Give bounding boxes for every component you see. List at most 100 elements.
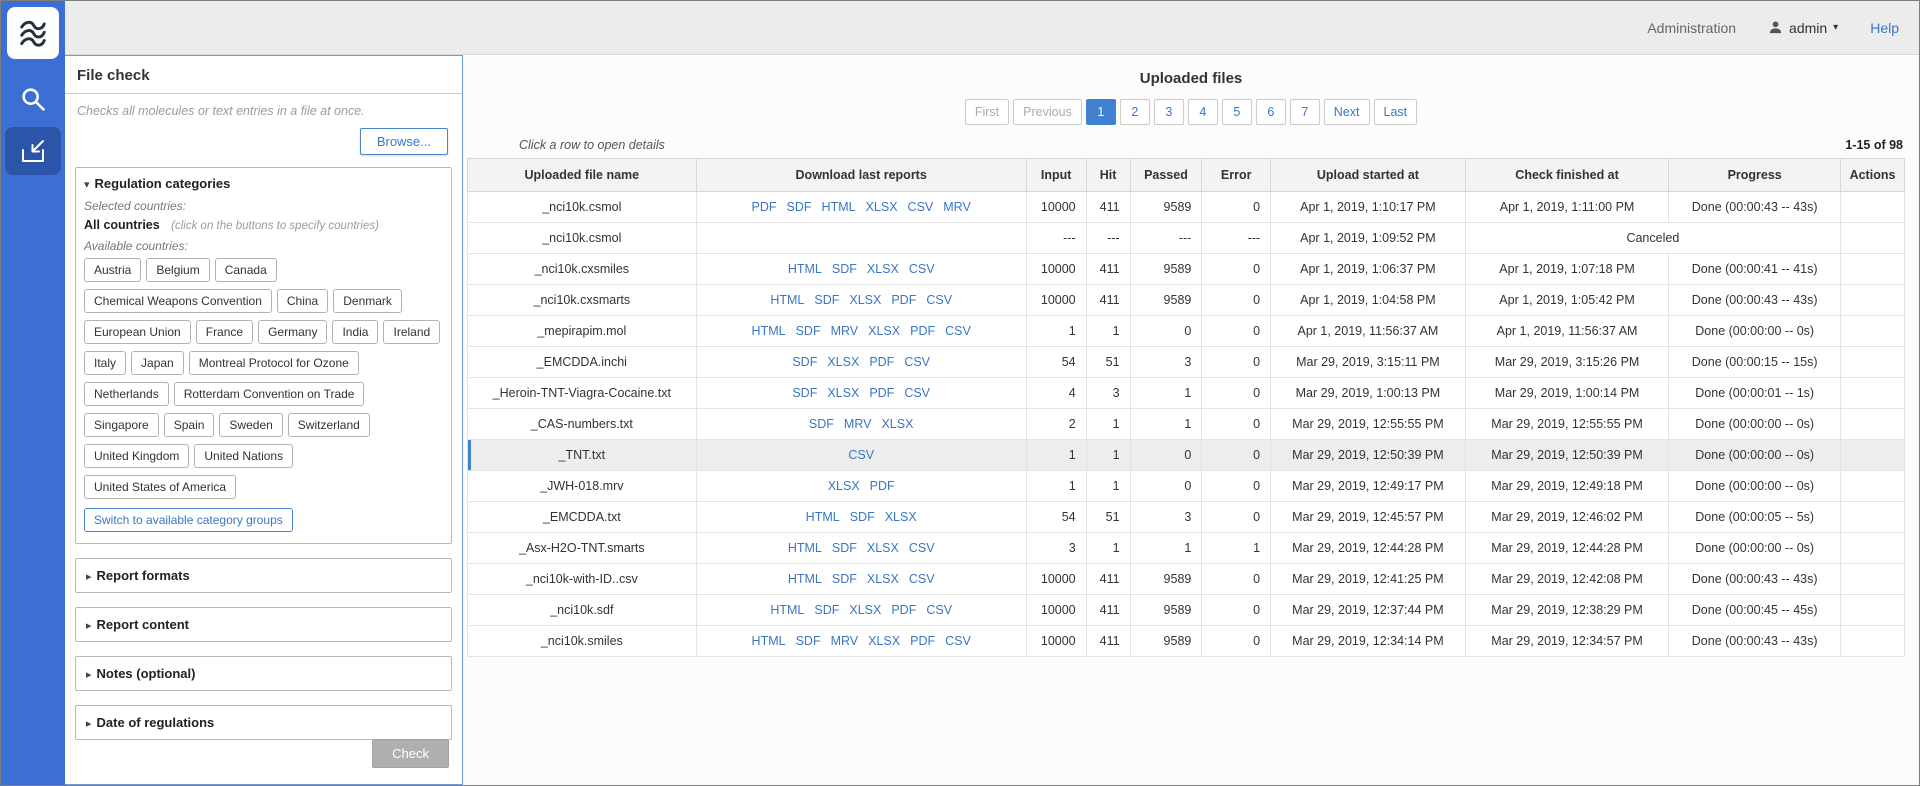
report-link-xlsx[interactable]: XLSX <box>866 200 898 214</box>
country-button-germany[interactable]: Germany <box>258 320 327 344</box>
page-5[interactable]: 5 <box>1222 99 1252 125</box>
country-button-singapore[interactable]: Singapore <box>84 413 159 437</box>
country-button-united-states-of-america[interactable]: United States of America <box>84 475 236 499</box>
switch-category-groups-button[interactable]: Switch to available category groups <box>84 508 293 532</box>
country-button-india[interactable]: India <box>332 320 378 344</box>
table-row-nci10k-csmol[interactable]: _nci10k.csmol------------Apr 1, 2019, 1:… <box>468 223 1905 254</box>
country-button-united-kingdom[interactable]: United Kingdom <box>84 444 189 468</box>
report-link-csv[interactable]: CSV <box>945 634 971 648</box>
report-link-html[interactable]: HTML <box>788 262 822 276</box>
report-link-xlsx[interactable]: XLSX <box>867 572 899 586</box>
report-link-html[interactable]: HTML <box>752 634 786 648</box>
table-row-jwh-018-mrv[interactable]: _JWH-018.mrvXLSXPDF1100Mar 29, 2019, 12:… <box>468 471 1905 502</box>
country-button-ireland[interactable]: Ireland <box>383 320 440 344</box>
report-link-html[interactable]: HTML <box>788 572 822 586</box>
report-link-html[interactable]: HTML <box>752 324 786 338</box>
section-date-of-regulations[interactable]: ▸Date of regulations <box>75 705 452 740</box>
page-1[interactable]: 1 <box>1086 99 1116 125</box>
table-row-nci10k-cxsmarts[interactable]: _nci10k.cxsmartsHTMLSDFXLSXPDFCSV1000041… <box>468 285 1905 316</box>
report-link-mrv[interactable]: MRV <box>844 417 872 431</box>
report-link-xlsx[interactable]: XLSX <box>885 510 917 524</box>
report-link-sdf[interactable]: SDF <box>809 417 834 431</box>
report-link-csv[interactable]: CSV <box>945 324 971 338</box>
table-row-heroin-tnt-viagra-cocaine-txt[interactable]: _Heroin-TNT-Viagra-Cocaine.txtSDFXLSXPDF… <box>468 378 1905 409</box>
report-link-mrv[interactable]: MRV <box>831 634 859 648</box>
country-button-switzerland[interactable]: Switzerland <box>288 413 370 437</box>
report-link-xlsx[interactable]: XLSX <box>827 355 859 369</box>
report-link-pdf[interactable]: PDF <box>752 200 777 214</box>
country-button-italy[interactable]: Italy <box>84 351 126 375</box>
table-row-emcdda-txt[interactable]: _EMCDDA.txtHTMLSDFXLSX545130Mar 29, 2019… <box>468 502 1905 533</box>
report-link-csv[interactable]: CSV <box>904 386 930 400</box>
report-link-pdf[interactable]: PDF <box>869 386 894 400</box>
report-link-xlsx[interactable]: XLSX <box>867 541 899 555</box>
country-button-denmark[interactable]: Denmark <box>333 289 402 313</box>
page-last[interactable]: Last <box>1374 99 1418 125</box>
help-link[interactable]: Help <box>1870 20 1899 36</box>
report-link-sdf[interactable]: SDF <box>814 603 839 617</box>
report-link-csv[interactable]: CSV <box>909 262 935 276</box>
table-row-nci10k-sdf[interactable]: _nci10k.sdfHTMLSDFXLSXPDFCSV100004119589… <box>468 595 1905 626</box>
report-link-sdf[interactable]: SDF <box>796 324 821 338</box>
report-link-pdf[interactable]: PDF <box>891 603 916 617</box>
sidebar-item-file-check[interactable] <box>5 127 61 175</box>
user-menu[interactable]: admin ▾ <box>1768 20 1838 36</box>
table-row-tnt-txt[interactable]: _TNT.txtCSV1100Mar 29, 2019, 12:50:39 PM… <box>468 440 1905 471</box>
report-link-csv[interactable]: CSV <box>926 603 952 617</box>
country-button-belgium[interactable]: Belgium <box>146 258 209 282</box>
country-button-china[interactable]: China <box>277 289 328 313</box>
regulation-categories-header[interactable]: ▾Regulation categories <box>84 176 443 191</box>
table-row-asx-h2o-tnt-smarts[interactable]: _Asx-H2O-TNT.smartsHTMLSDFXLSXCSV3111Mar… <box>468 533 1905 564</box>
table-row-nci10k-smiles[interactable]: _nci10k.smilesHTMLSDFMRVXLSXPDFCSV100004… <box>468 626 1905 657</box>
report-link-xlsx[interactable]: XLSX <box>867 262 899 276</box>
report-link-xlsx[interactable]: XLSX <box>849 293 881 307</box>
table-row-mepirapim-mol[interactable]: _mepirapim.molHTMLSDFMRVXLSXPDFCSV1100Ap… <box>468 316 1905 347</box>
report-link-sdf[interactable]: SDF <box>792 355 817 369</box>
report-link-csv[interactable]: CSV <box>926 293 952 307</box>
page-2[interactable]: 2 <box>1120 99 1150 125</box>
country-button-france[interactable]: France <box>196 320 253 344</box>
app-logo[interactable] <box>7 7 59 59</box>
page-7[interactable]: 7 <box>1290 99 1320 125</box>
country-button-netherlands[interactable]: Netherlands <box>84 382 169 406</box>
country-button-austria[interactable]: Austria <box>84 258 141 282</box>
report-link-sdf[interactable]: SDF <box>832 541 857 555</box>
country-button-canada[interactable]: Canada <box>215 258 277 282</box>
report-link-html[interactable]: HTML <box>806 510 840 524</box>
page-3[interactable]: 3 <box>1154 99 1184 125</box>
report-link-sdf[interactable]: SDF <box>850 510 875 524</box>
report-link-sdf[interactable]: SDF <box>832 572 857 586</box>
report-link-csv[interactable]: CSV <box>908 200 934 214</box>
report-link-html[interactable]: HTML <box>770 293 804 307</box>
report-link-pdf[interactable]: PDF <box>869 355 894 369</box>
report-link-sdf[interactable]: SDF <box>787 200 812 214</box>
table-row-cas-numbers-txt[interactable]: _CAS-numbers.txtSDFMRVXLSX2110Mar 29, 20… <box>468 409 1905 440</box>
report-link-pdf[interactable]: PDF <box>870 479 895 493</box>
report-link-sdf[interactable]: SDF <box>796 634 821 648</box>
report-link-csv[interactable]: CSV <box>848 448 874 462</box>
browse-button[interactable]: Browse... <box>360 128 448 155</box>
report-link-html[interactable]: HTML <box>788 541 822 555</box>
report-link-csv[interactable]: CSV <box>909 572 935 586</box>
report-link-pdf[interactable]: PDF <box>910 634 935 648</box>
report-link-xlsx[interactable]: XLSX <box>849 603 881 617</box>
report-link-html[interactable]: HTML <box>822 200 856 214</box>
page-4[interactable]: 4 <box>1188 99 1218 125</box>
page-6[interactable]: 6 <box>1256 99 1286 125</box>
report-link-mrv[interactable]: MRV <box>831 324 859 338</box>
table-row-nci10k-with-id-csv[interactable]: _nci10k-with-ID..csvHTMLSDFXLSXCSV100004… <box>468 564 1905 595</box>
report-link-csv[interactable]: CSV <box>904 355 930 369</box>
report-link-mrv[interactable]: MRV <box>943 200 971 214</box>
country-button-spain[interactable]: Spain <box>164 413 215 437</box>
table-row-nci10k-cxsmiles[interactable]: _nci10k.cxsmilesHTMLSDFXLSXCSV1000041195… <box>468 254 1905 285</box>
country-button-japan[interactable]: Japan <box>131 351 184 375</box>
report-link-xlsx[interactable]: XLSX <box>868 634 900 648</box>
administration-link[interactable]: Administration <box>1647 20 1736 36</box>
report-link-sdf[interactable]: SDF <box>814 293 839 307</box>
section-report-formats[interactable]: ▸Report formats <box>75 558 452 593</box>
report-link-pdf[interactable]: PDF <box>891 293 916 307</box>
report-link-xlsx[interactable]: XLSX <box>868 324 900 338</box>
report-link-sdf[interactable]: SDF <box>832 262 857 276</box>
country-button-european-union[interactable]: European Union <box>84 320 191 344</box>
country-button-united-nations[interactable]: United Nations <box>194 444 293 468</box>
